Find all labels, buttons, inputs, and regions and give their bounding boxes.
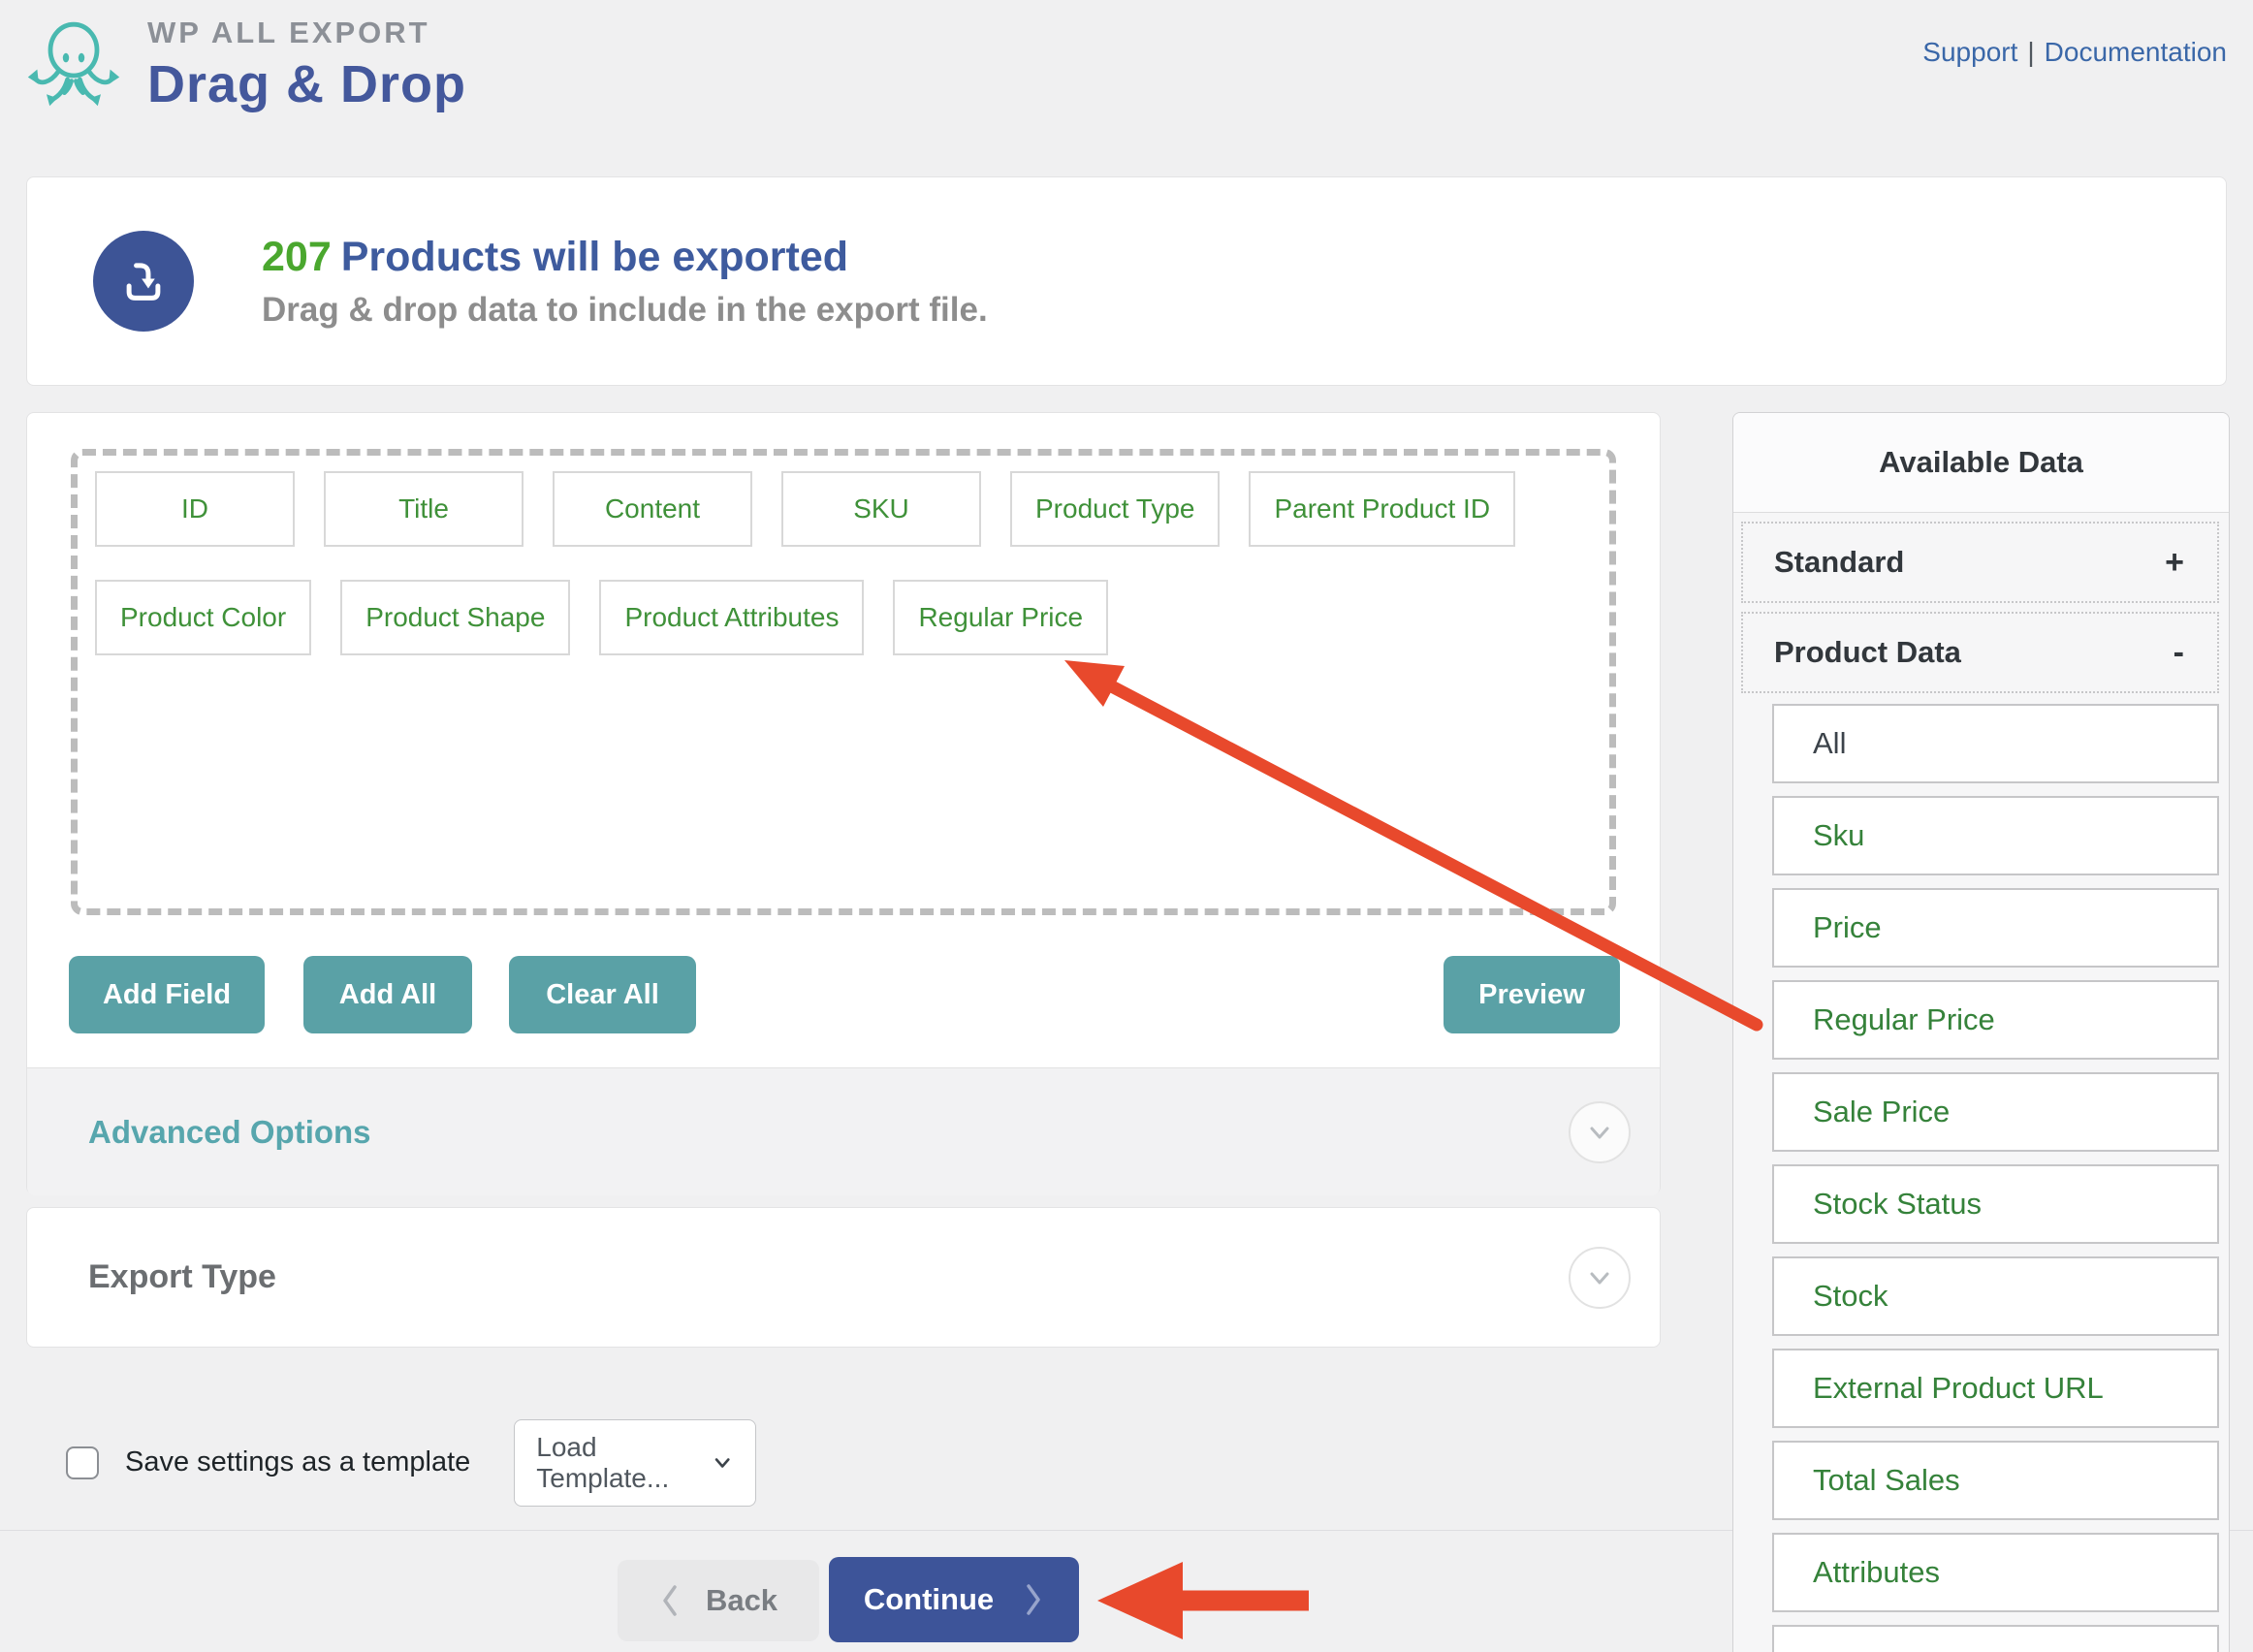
brand-text: WP ALL EXPORT Drag & Drop xyxy=(147,8,466,114)
field-actions-row: Add Field Add All Clear All Preview xyxy=(69,956,1620,1033)
expand-icon[interactable]: + xyxy=(2165,544,2184,582)
chevron-down-icon xyxy=(714,1457,730,1468)
back-button-label: Back xyxy=(705,1583,778,1617)
data-item-attributes[interactable]: Attributes xyxy=(1772,1533,2219,1612)
data-item-external-product-url[interactable]: External Product URL xyxy=(1772,1349,2219,1428)
summary-subtitle: Drag & drop data to include in the expor… xyxy=(262,290,988,329)
chevron-down-icon xyxy=(1590,1272,1609,1284)
available-data-title: Available Data xyxy=(1733,413,2229,513)
back-button[interactable]: Back xyxy=(618,1560,819,1641)
add-all-button[interactable]: Add All xyxy=(303,956,472,1033)
group-standard-label: Standard xyxy=(1774,545,1905,579)
download-badge xyxy=(93,231,194,332)
add-field-button[interactable]: Add Field xyxy=(69,956,265,1033)
clear-all-button[interactable]: Clear All xyxy=(509,956,696,1033)
group-standard[interactable]: Standard + xyxy=(1741,522,2219,603)
available-data-sidebar: Available Data Standard + Product Data -… xyxy=(1732,412,2230,1652)
continue-button-label: Continue xyxy=(863,1582,995,1616)
top-links: Support | Documentation xyxy=(1922,37,2227,68)
wp-all-export-drag-drop-page: WP ALL EXPORT Drag & Drop Support | Docume… xyxy=(0,0,2253,1652)
field-chip-product-shape[interactable]: Product Shape xyxy=(340,580,571,655)
load-template-select[interactable]: Load Template... xyxy=(514,1418,757,1507)
field-chip-product-type[interactable]: Product Type xyxy=(1010,471,1221,547)
export-summary-panel: 207 Products will be exported Drag & drop… xyxy=(26,176,2227,386)
field-chip-title[interactable]: Title xyxy=(324,471,524,547)
field-chip-sku[interactable]: SKU xyxy=(781,471,981,547)
brand-name: WP ALL EXPORT xyxy=(147,16,430,49)
export-type-expand-button[interactable] xyxy=(1569,1246,1631,1309)
data-item-price[interactable]: Price xyxy=(1772,888,2219,968)
documentation-link[interactable]: Documentation xyxy=(2045,37,2227,67)
chip-row: ID Title Content SKU Product Type Parent… xyxy=(95,471,1592,547)
field-chip-id[interactable]: ID xyxy=(95,471,295,547)
link-separator: | xyxy=(2027,37,2035,67)
advanced-options-section: Advanced Options xyxy=(27,1067,1660,1195)
data-item-partially-visible[interactable] xyxy=(1772,1625,2219,1652)
data-item-sku[interactable]: Sku xyxy=(1772,796,2219,875)
field-chip-product-attributes[interactable]: Product Attributes xyxy=(599,580,865,655)
summary-text: 207 Products will be exported Drag & drop… xyxy=(262,234,988,330)
chip-row: Product Color Product Shape Product Attr… xyxy=(95,580,1592,655)
group-product-data[interactable]: Product Data - xyxy=(1741,612,2219,693)
export-count: 207 xyxy=(262,233,332,280)
chevron-left-icon xyxy=(663,1585,677,1616)
group-product-data-label: Product Data xyxy=(1774,635,1961,669)
chevron-down-icon xyxy=(1590,1127,1609,1138)
product-data-items: All Sku Price Regular Price Sale Price S… xyxy=(1772,704,2219,1652)
field-chip-regular-price[interactable]: Regular Price xyxy=(893,580,1109,655)
support-link[interactable]: Support xyxy=(1922,37,2017,67)
preview-button[interactable]: Preview xyxy=(1444,956,1620,1033)
field-chip-parent-product-id[interactable]: Parent Product ID xyxy=(1249,471,1516,547)
page-title: Drag & Drop xyxy=(147,55,467,113)
data-item-sale-price[interactable]: Sale Price xyxy=(1772,1072,2219,1152)
data-item-total-sales[interactable]: Total Sales xyxy=(1772,1441,2219,1520)
field-chip-product-color[interactable]: Product Color xyxy=(95,580,312,655)
save-template-label: Save settings as a template xyxy=(125,1446,471,1477)
data-item-stock-status[interactable]: Stock Status xyxy=(1772,1164,2219,1244)
chevron-right-icon xyxy=(1027,1584,1040,1615)
data-item-all[interactable]: All xyxy=(1772,704,2219,783)
load-template-value: Load Template... xyxy=(536,1431,670,1493)
advanced-options-toggle[interactable]: Advanced Options xyxy=(88,1114,371,1151)
collapse-icon[interactable]: - xyxy=(2174,634,2184,672)
template-settings-row: Save settings as a template Load Templat… xyxy=(26,1417,1661,1508)
advanced-options-expand-button[interactable] xyxy=(1569,1100,1631,1163)
export-type-section: Export Type xyxy=(26,1207,1661,1348)
brand: WP ALL EXPORT Drag & Drop xyxy=(27,8,466,122)
top-bar: WP ALL EXPORT Drag & Drop Support | Docume… xyxy=(0,0,2253,155)
summary-headline: 207 Products will be exported xyxy=(262,234,988,281)
download-tray-icon xyxy=(126,263,161,301)
data-item-stock[interactable]: Stock xyxy=(1772,1256,2219,1336)
field-builder-panel: ID Title Content SKU Product Type Parent… xyxy=(26,412,1661,1195)
export-fields-drop-zone[interactable]: ID Title Content SKU Product Type Parent… xyxy=(71,449,1616,915)
field-chip-content[interactable]: Content xyxy=(553,471,752,547)
save-template-checkbox[interactable] xyxy=(66,1446,99,1479)
continue-button[interactable]: Continue xyxy=(829,1557,1079,1642)
export-type-toggle[interactable]: Export Type xyxy=(88,1258,276,1296)
headline-text: Products will be exported xyxy=(340,233,849,280)
octopus-logo-icon xyxy=(27,21,120,107)
data-item-regular-price[interactable]: Regular Price xyxy=(1772,980,2219,1060)
